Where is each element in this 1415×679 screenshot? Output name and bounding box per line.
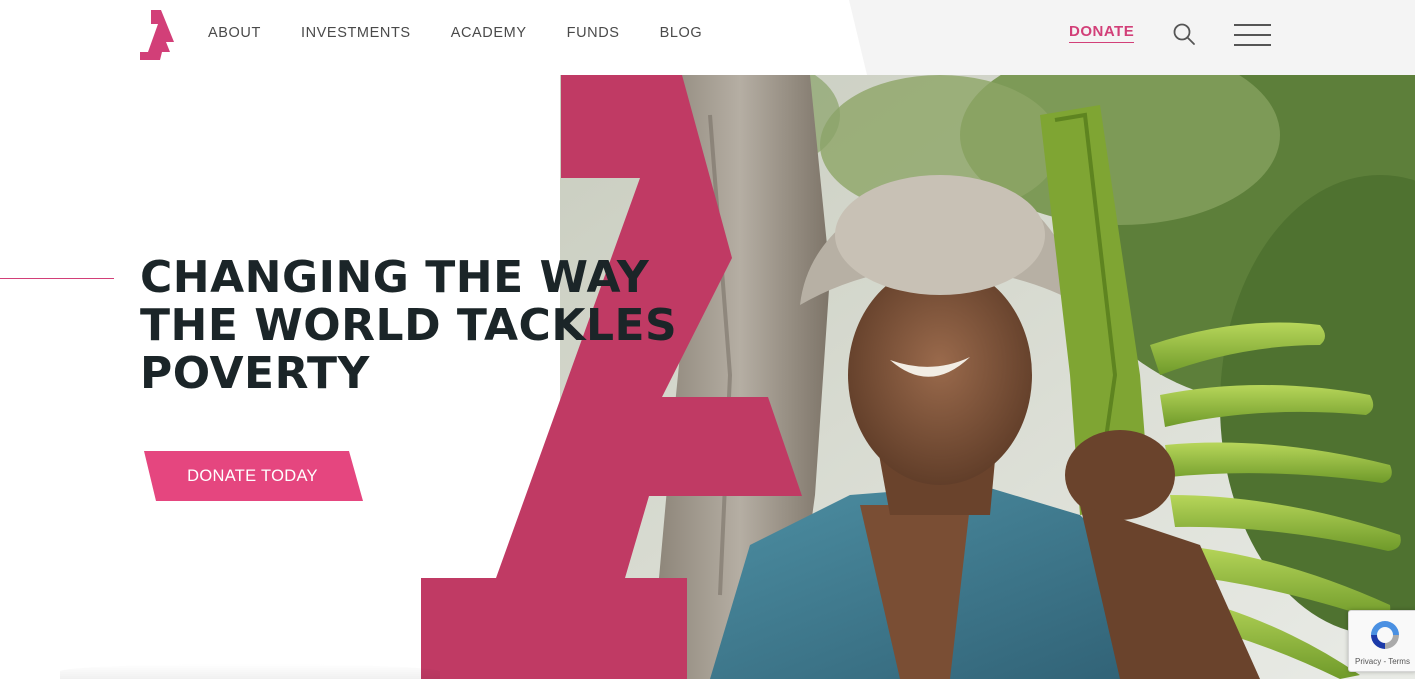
page: ABOUT INVESTMENTS ACADEMY FUNDS BLOG DON… bbox=[0, 0, 1415, 679]
decorative-line bbox=[0, 278, 114, 279]
nav-item-blog[interactable]: BLOG bbox=[660, 24, 703, 42]
hero-image bbox=[560, 75, 1415, 679]
search-button[interactable] bbox=[1172, 22, 1196, 46]
hamburger-menu-icon bbox=[1234, 24, 1271, 26]
donate-today-button[interactable]: DONATE TODAY bbox=[144, 451, 363, 501]
donate-link[interactable]: DONATE bbox=[1069, 23, 1135, 43]
recaptcha-icon bbox=[1371, 621, 1399, 649]
headline-line-1: CHANGING THE WAY bbox=[140, 252, 650, 303]
recaptcha-privacy-terms[interactable]: Privacy - Terms bbox=[1355, 657, 1410, 666]
nav-item-investments[interactable]: INVESTMENTS bbox=[301, 24, 411, 42]
nav-item-academy[interactable]: ACADEMY bbox=[451, 24, 527, 42]
search-icon bbox=[1173, 23, 1195, 45]
menu-button[interactable] bbox=[1234, 24, 1271, 46]
headline-line-3: POVERTY bbox=[140, 348, 370, 399]
recaptcha-badge[interactable]: Privacy - Terms bbox=[1348, 610, 1415, 672]
site-header: ABOUT INVESTMENTS ACADEMY FUNDS BLOG DON… bbox=[0, 0, 1415, 75]
scroll-shadow bbox=[60, 664, 440, 679]
main-nav: ABOUT INVESTMENTS ACADEMY FUNDS BLOG bbox=[208, 24, 742, 42]
hero-headline: CHANGING THE WAY THE WORLD TACKLES POVER… bbox=[140, 252, 678, 399]
nav-item-funds[interactable]: FUNDS bbox=[567, 24, 620, 42]
brand-logo-icon[interactable] bbox=[140, 10, 174, 60]
headline-line-2: THE WORLD TACKLES bbox=[140, 300, 678, 351]
nav-item-about[interactable]: ABOUT bbox=[208, 24, 261, 42]
